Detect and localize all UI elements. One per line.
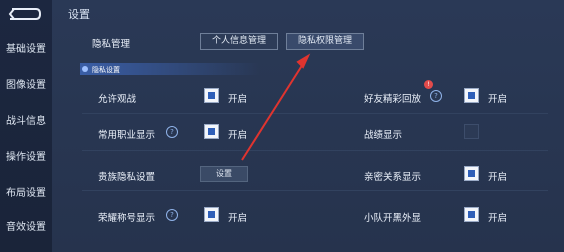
sidebar-item-sound[interactable]: 音效设置 bbox=[0, 218, 52, 238]
sidebar-item-image[interactable]: 图像设置 bbox=[0, 76, 52, 96]
sidebar-item-control[interactable]: 操作设置 bbox=[0, 148, 52, 168]
back-icon[interactable] bbox=[6, 6, 42, 20]
sidebar: 基础设置 图像设置 战斗信息 操作设置 布局设置 音效设置 bbox=[0, 0, 53, 252]
sidebar-item-layout[interactable]: 布局设置 bbox=[0, 184, 52, 204]
main-panel: 设置 隐私管理 个人信息管理 隐私权限管理 隐私设置 允许观战 开启 好友精彩回… bbox=[52, 0, 564, 252]
sidebar-item-basic[interactable]: 基础设置 bbox=[0, 40, 52, 60]
sidebar-item-battle-info[interactable]: 战斗信息 bbox=[0, 112, 52, 132]
annotation-arrow-icon bbox=[241, 53, 311, 161]
